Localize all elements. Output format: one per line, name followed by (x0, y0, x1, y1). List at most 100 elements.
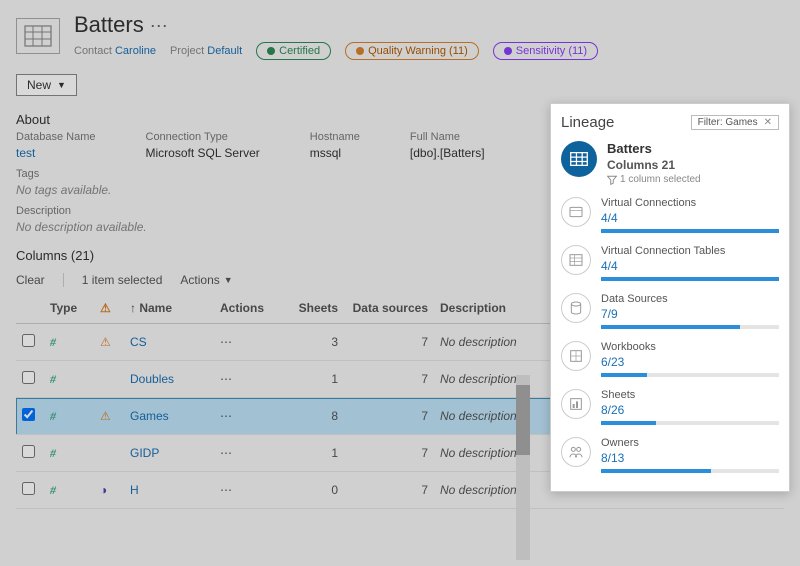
lineage-item-name: Virtual Connection Tables (601, 245, 779, 257)
conn-type-label: Connection Type (146, 131, 260, 143)
conn-type-value: Microsoft SQL Server (146, 146, 260, 160)
th-sheets[interactable]: Sheets (284, 293, 344, 324)
lineage-root-title: Batters (607, 141, 701, 156)
column-name[interactable]: GIDP (130, 446, 159, 460)
selected-count: 1 item selected (82, 273, 163, 287)
lineage-item[interactable]: Data Sources 7/9 (561, 293, 779, 329)
datasources-count: 7 (344, 398, 434, 435)
warning-icon (356, 47, 364, 55)
lineage-item-icon (561, 293, 591, 323)
sheets-count: 1 (284, 361, 344, 398)
lineage-item-ratio[interactable]: 8/13 (601, 451, 779, 465)
lineage-item-name: Workbooks (601, 341, 779, 353)
column-name[interactable]: Doubles (130, 372, 174, 386)
row-actions-button[interactable]: ⋯ (220, 372, 232, 386)
table-icon (16, 18, 60, 54)
clear-button[interactable]: Clear (16, 273, 45, 287)
fullname-value: [dbo].[Batters] (410, 146, 485, 160)
lineage-item-name: Owners (601, 437, 779, 449)
warning-icon: ⚠ (100, 301, 111, 315)
column-name[interactable]: H (130, 483, 139, 497)
lineage-item-bar (601, 469, 779, 473)
datasources-count: 7 (344, 324, 434, 361)
datasources-count: 7 (344, 472, 434, 509)
lineage-item-ratio[interactable]: 4/4 (601, 211, 779, 225)
project-link[interactable]: Default (207, 45, 242, 57)
sensitivity-icon: ◑ (100, 483, 107, 497)
badge-certified[interactable]: Certified (256, 42, 331, 60)
fullname-label: Full Name (410, 131, 485, 143)
lineage-item-ratio[interactable]: 7/9 (601, 307, 779, 321)
lineage-item-ratio[interactable]: 6/23 (601, 355, 779, 369)
check-icon (267, 47, 275, 55)
th-name[interactable]: ↑ Name (124, 293, 214, 324)
filter-icon (607, 175, 617, 185)
db-name-label: Database Name (16, 131, 96, 143)
warning-icon: ⚠ (100, 409, 111, 423)
lineage-root-sub: Columns 21 (607, 158, 701, 172)
warning-icon: ⚠ (100, 335, 111, 349)
row-checkbox[interactable] (22, 334, 35, 347)
th-warn[interactable]: ⚠ (94, 293, 124, 324)
lineage-item-icon (561, 437, 591, 467)
lineage-item-ratio[interactable]: 4/4 (601, 259, 779, 273)
th-actions[interactable]: Actions (214, 293, 284, 324)
datasources-count: 7 (344, 361, 434, 398)
hostname-label: Hostname (310, 131, 360, 143)
row-actions-button[interactable]: ⋯ (220, 335, 232, 349)
lineage-item-icon (561, 389, 591, 419)
close-icon[interactable]: ✕ (764, 117, 772, 128)
lineage-item-name: Data Sources (601, 293, 779, 305)
row-checkbox[interactable] (22, 445, 35, 458)
lineage-item[interactable]: Workbooks 6/23 (561, 341, 779, 377)
more-icon[interactable]: ⋯ (150, 16, 168, 36)
lineage-item-bar (601, 325, 779, 329)
contact-label: Contact Caroline (74, 45, 156, 57)
scrollbar-thumb[interactable] (516, 385, 530, 455)
number-icon: # (50, 372, 56, 386)
lineage-item-name: Virtual Connections (601, 197, 779, 209)
number-icon: # (50, 446, 56, 460)
lineage-item-name: Sheets (601, 389, 779, 401)
db-name-value[interactable]: test (16, 146, 96, 160)
caret-down-icon: ▼ (57, 80, 66, 90)
sheets-count: 1 (284, 435, 344, 472)
lineage-item-bar (601, 421, 779, 425)
sheets-count: 8 (284, 398, 344, 435)
lineage-item[interactable]: Owners 8/13 (561, 437, 779, 473)
lineage-item-bar (601, 373, 779, 377)
lineage-item[interactable]: Virtual Connections 4/4 (561, 197, 779, 233)
lineage-item[interactable]: Virtual Connection Tables 4/4 (561, 245, 779, 281)
number-icon: # (50, 483, 56, 497)
row-checkbox[interactable] (22, 482, 35, 495)
th-ds[interactable]: Data sources (344, 293, 434, 324)
badge-sensitivity[interactable]: Sensitivity (11) (493, 42, 598, 60)
row-checkbox[interactable] (22, 371, 35, 384)
actions-button[interactable]: Actions ▼ (180, 273, 232, 287)
sheets-count: 3 (284, 324, 344, 361)
lineage-panel: Lineage Filter: Games✕ Batters Columns 2… (550, 103, 790, 492)
sheets-count: 0 (284, 472, 344, 509)
datasources-count: 7 (344, 435, 434, 472)
lineage-item-icon (561, 245, 591, 275)
column-name[interactable]: Games (130, 409, 169, 423)
lineage-filter-chip[interactable]: Filter: Games✕ (691, 115, 779, 130)
row-actions-button[interactable]: ⋯ (220, 409, 232, 423)
row-actions-button[interactable]: ⋯ (220, 446, 232, 460)
scrollbar[interactable] (516, 375, 530, 560)
badge-quality-warning[interactable]: Quality Warning (11) (345, 42, 479, 60)
lineage-item-bar (601, 277, 779, 281)
caret-down-icon: ▼ (224, 275, 233, 285)
project-label: Project Default (170, 45, 242, 57)
row-actions-button[interactable]: ⋯ (220, 483, 232, 497)
contact-link[interactable]: Caroline (115, 45, 156, 57)
new-button[interactable]: New ▼ (16, 74, 77, 96)
column-name[interactable]: CS (130, 335, 147, 349)
lineage-item-ratio[interactable]: 8/26 (601, 403, 779, 417)
lineage-item[interactable]: Sheets 8/26 (561, 389, 779, 425)
number-icon: # (50, 409, 56, 423)
row-checkbox[interactable] (22, 408, 35, 421)
table-icon[interactable] (561, 141, 597, 177)
th-type[interactable]: Type (44, 293, 94, 324)
lineage-root-selected: 1 column selected (607, 174, 701, 185)
